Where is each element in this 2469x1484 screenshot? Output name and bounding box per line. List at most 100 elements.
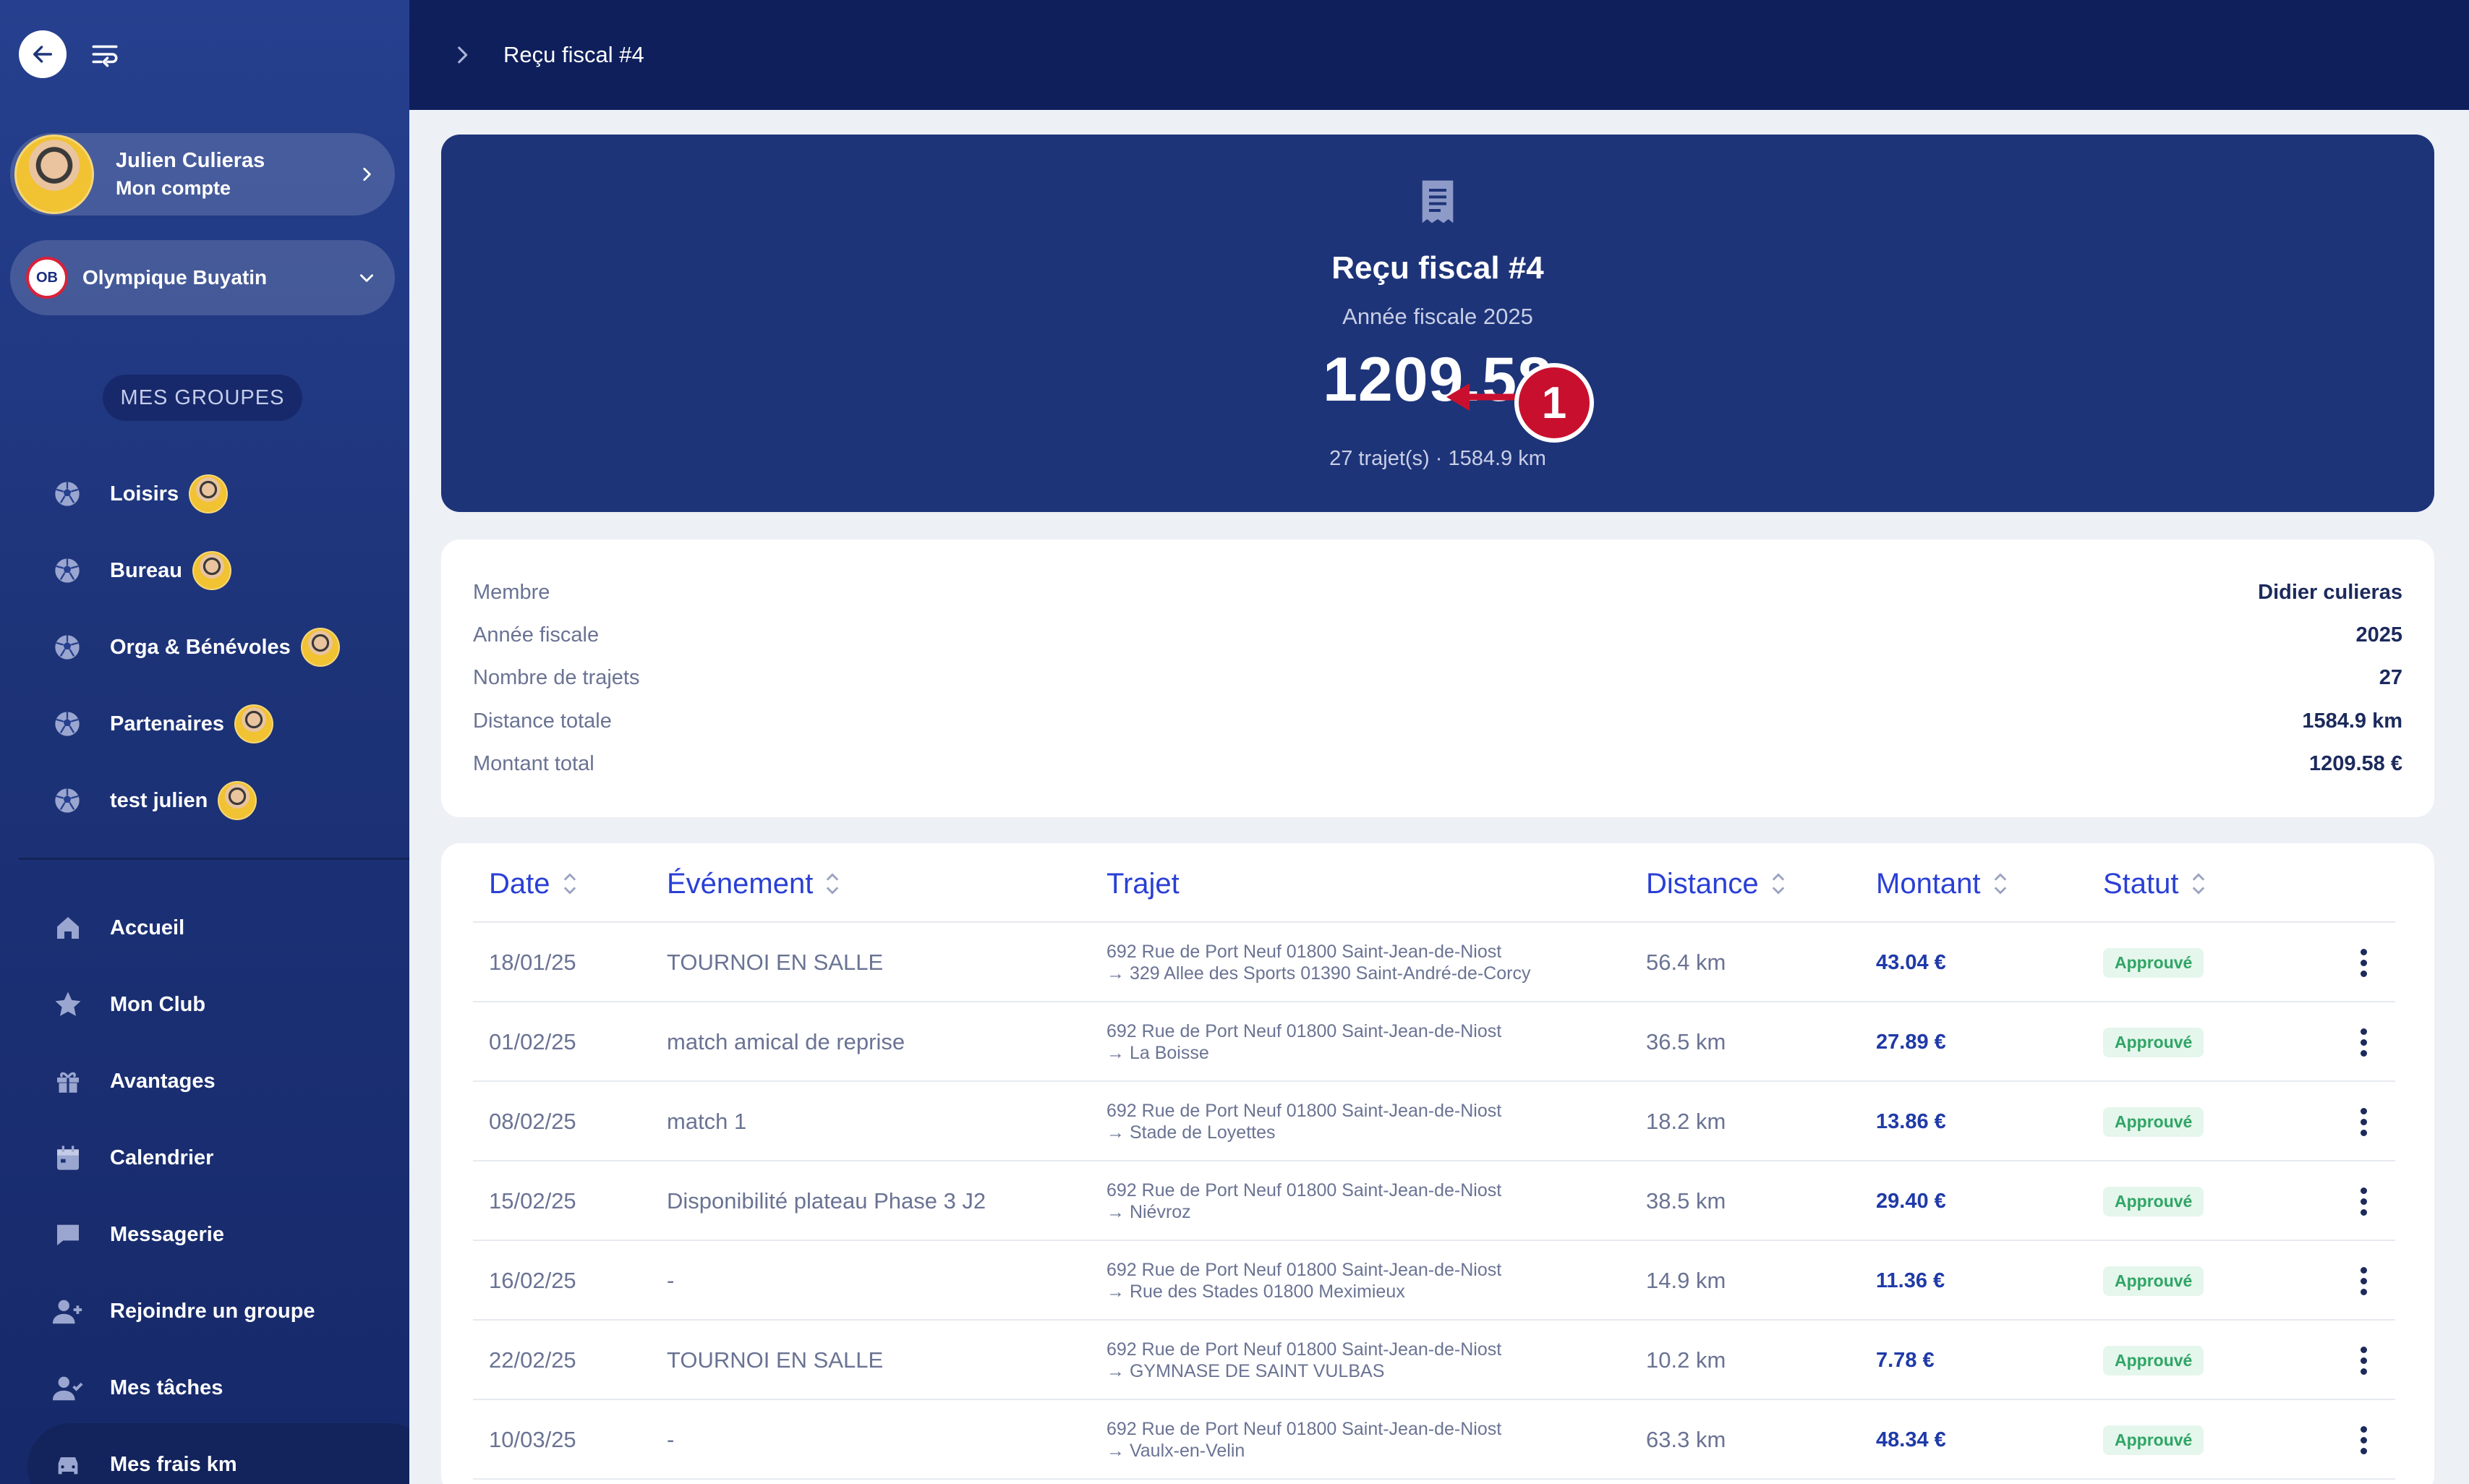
user-check-icon (51, 1370, 85, 1405)
table-row[interactable]: 18/01/25 TOURNOI EN SALLE 692 Rue de Por… (473, 923, 2395, 1002)
group-label: Partenaires (110, 712, 224, 735)
chevron-right-icon[interactable] (450, 43, 474, 67)
sort-icon (562, 871, 578, 897)
group-avatar (218, 781, 257, 820)
star-icon (51, 987, 85, 1022)
cell-event: - (667, 1427, 675, 1452)
more-options-icon[interactable] (2349, 941, 2378, 984)
main-nav: Accueil Mon Club Avantages Calendrier Me… (51, 890, 315, 1484)
group-item-bureau[interactable]: Bureau (51, 532, 340, 609)
table-row[interactable]: 10/03/25 - 692 Rue de Port Neuf 01800 Sa… (473, 1400, 2395, 1480)
cell-route: 692 Rue de Port Neuf 01800 Saint-Jean-de… (1106, 1241, 1501, 1321)
table-row[interactable]: 01/02/25 match amical de reprise 692 Rue… (473, 1002, 2395, 1082)
summary-label: Membre (473, 580, 550, 604)
sidebar-divider (19, 858, 409, 860)
group-label: Orga & Bénévoles (110, 635, 291, 659)
table-row[interactable]: 15/02/25 Disponibilité plateau Phase 3 J… (473, 1161, 2395, 1241)
summary-row-nombre-trajets: Nombre de trajets 27 (473, 663, 2402, 692)
cell-date: 10/03/25 (489, 1427, 576, 1452)
more-options-icon[interactable] (2349, 1180, 2378, 1223)
row-actions (2349, 923, 2378, 1002)
table-header: Date Événement Trajet Distance Montant S… (473, 843, 2395, 923)
status-badge: Approuvé (2103, 1345, 2204, 1376)
group-list: Loisirs Bureau Orga & Bénévoles Partenai… (51, 456, 340, 839)
cell-distance: 18.2 km (1646, 1109, 1726, 1134)
more-options-icon[interactable] (2349, 1418, 2378, 1462)
arrow-left-icon (33, 46, 53, 63)
more-options-icon[interactable] (2349, 1100, 2378, 1143)
cell-status: Approuvé (2103, 1002, 2204, 1082)
summary-label: Nombre de trajets (473, 665, 640, 689)
back-button[interactable] (19, 30, 67, 78)
chevron-right-icon (363, 168, 371, 181)
nav-label: Rejoindre un groupe (110, 1299, 315, 1323)
receipt-icon (1422, 180, 1454, 223)
cell-amount: 11.36 € (1876, 1268, 1945, 1292)
receipt-summary-card: Membre Didier culieras Année fiscale 202… (441, 540, 2434, 817)
sidebar-top-controls (19, 30, 121, 78)
cell-amount: 7.78 € (1876, 1348, 1935, 1372)
nav-label: Mes tâches (110, 1376, 223, 1399)
club-selector[interactable]: OB Olympique Buyatin (10, 240, 395, 315)
status-badge: Approuvé (2103, 1266, 2204, 1296)
group-item-loisirs[interactable]: Loisirs (51, 456, 340, 532)
nav-item-rejoindre-groupe[interactable]: Rejoindre un groupe (51, 1273, 315, 1349)
route-from: 692 Rue de Port Neuf 01800 Saint-Jean-de… (1106, 1260, 1502, 1280)
nav-item-mes-frais-km[interactable]: Mes frais km (51, 1426, 315, 1484)
more-options-icon[interactable] (2349, 1020, 2378, 1064)
cell-amount: 13.86 € (1876, 1109, 1946, 1133)
collapse-sidebar-button[interactable] (88, 38, 121, 71)
more-options-icon[interactable] (2349, 1339, 2378, 1382)
sort-icon (1770, 871, 1786, 897)
group-label: Loisirs (110, 482, 179, 506)
nav-item-avantages[interactable]: Avantages (51, 1043, 315, 1120)
group-avatar (189, 474, 229, 513)
nav-item-mes-taches[interactable]: Mes tâches (51, 1349, 315, 1426)
table-row[interactable]: 22/02/25 TOURNOI EN SALLE 692 Rue de Por… (473, 1321, 2395, 1400)
groups-section-title: MES GROUPES (103, 375, 302, 421)
cell-route: 692 Rue de Port Neuf 01800 Saint-Jean-de… (1106, 1400, 1501, 1480)
page-title: Reçu fiscal #4 (503, 42, 644, 67)
table-row[interactable]: 08/02/25 match 1 692 Rue de Port Neuf 01… (473, 1082, 2395, 1161)
car-icon (51, 1447, 85, 1482)
route-from: 692 Rue de Port Neuf 01800 Saint-Jean-de… (1106, 1180, 1502, 1201)
table-row[interactable]: 16/02/25 - 692 Rue de Port Neuf 01800 Sa… (473, 1241, 2395, 1321)
group-avatar (192, 551, 231, 590)
group-item-orga-benevoles[interactable]: Orga & Bénévoles (51, 609, 340, 686)
column-header-label: Distance (1646, 867, 1759, 900)
summary-row-membre: Membre Didier culieras (473, 578, 2402, 607)
cell-event: TOURNOI EN SALLE (667, 1347, 884, 1373)
account-subtitle: Mon compte (116, 177, 231, 199)
group-item-test-julien[interactable]: test julien (51, 762, 340, 839)
cell-distance: 56.4 km (1646, 950, 1726, 975)
row-actions (2349, 1241, 2378, 1321)
nav-item-messagerie[interactable]: Messagerie (51, 1196, 315, 1273)
trips-table: Date Événement Trajet Distance Montant S… (441, 843, 2434, 1484)
route-from: 692 Rue de Port Neuf 01800 Saint-Jean-de… (1106, 1419, 1502, 1439)
nav-item-accueil[interactable]: Accueil (51, 890, 315, 966)
account-card[interactable]: Julien Culieras Mon compte (10, 133, 395, 216)
user-plus-icon (51, 1294, 85, 1329)
soccer-ball-icon (51, 784, 84, 817)
summary-row-annee-fiscale: Année fiscale 2025 (473, 621, 2402, 649)
cell-date: 16/02/25 (489, 1268, 576, 1293)
column-header-distance[interactable]: Distance (1646, 863, 1786, 904)
annotation-arrow-icon (1446, 383, 1522, 411)
column-header-label: Montant (1876, 867, 1981, 900)
summary-row-distance-totale: Distance totale 1584.9 km (473, 707, 2402, 735)
cell-route: 692 Rue de Port Neuf 01800 Saint-Jean-de… (1106, 923, 1530, 1002)
group-item-partenaires[interactable]: Partenaires (51, 686, 340, 762)
route-from: 692 Rue de Port Neuf 01800 Saint-Jean-de… (1106, 1021, 1502, 1041)
cell-event: Disponibilité plateau Phase 3 J2 (667, 1188, 986, 1214)
more-options-icon[interactable] (2349, 1259, 2378, 1302)
nav-label: Accueil (110, 916, 185, 939)
column-header-amount[interactable]: Montant (1876, 863, 2008, 904)
summary-value: Didier culieras (2258, 580, 2402, 604)
nav-item-mon-club[interactable]: Mon Club (51, 966, 315, 1043)
column-header-event[interactable]: Événement (667, 863, 840, 904)
nav-item-calendrier[interactable]: Calendrier (51, 1120, 315, 1196)
column-header-status[interactable]: Statut (2103, 863, 2206, 904)
column-header-date[interactable]: Date (489, 863, 578, 904)
group-label: Bureau (110, 558, 182, 582)
trip-stats: 27 trajet(s) · 1584.9 km (1329, 447, 1546, 470)
